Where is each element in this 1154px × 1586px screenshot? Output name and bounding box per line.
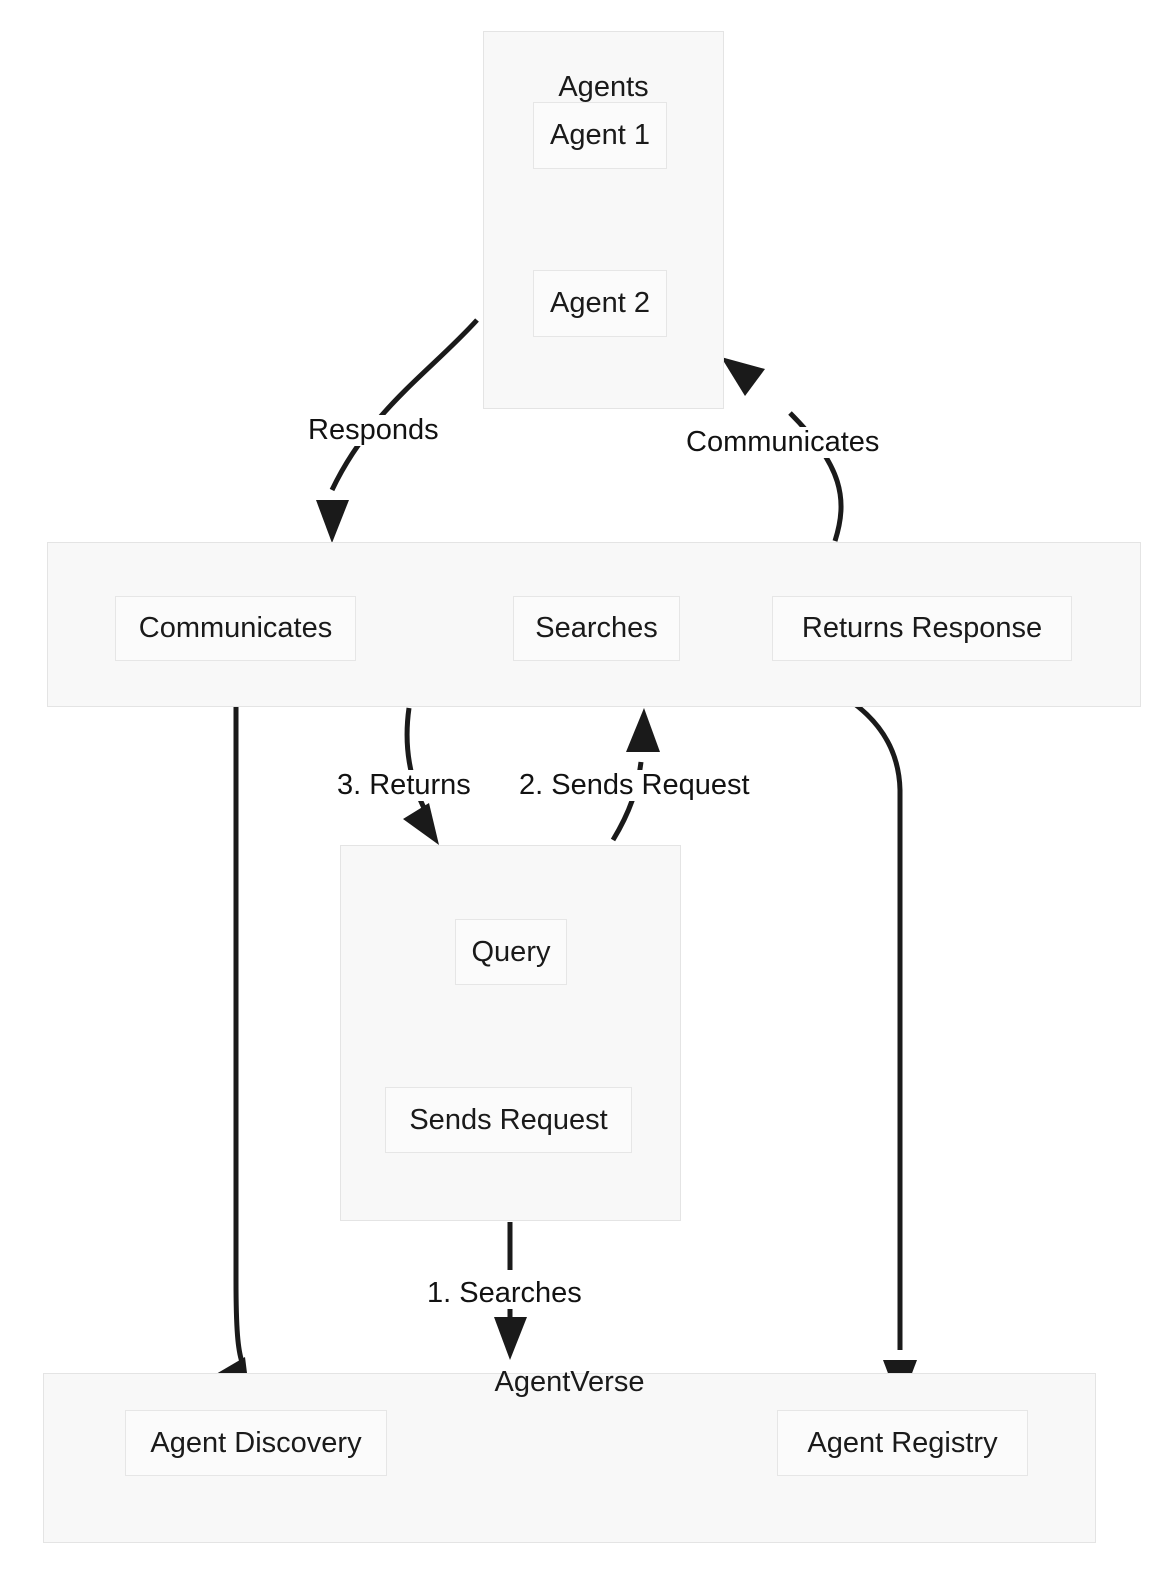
node-query[interactable]: Query — [455, 919, 567, 985]
node-prime-searches[interactable]: Searches — [513, 596, 680, 661]
cluster-client-application[interactable]: Client Application — [340, 845, 681, 1221]
node-agent-1[interactable]: Agent 1 — [533, 102, 667, 169]
node-sends-request[interactable]: Sends Request — [385, 1087, 632, 1153]
diagram-canvas: Agents Agent 1 Agent 2 Prime Agent Commu… — [0, 0, 1154, 1586]
edge-label-communicates: Communicates — [683, 427, 883, 458]
cluster-agentverse-title: AgentVerse — [494, 1366, 645, 1398]
edge-label-searches: 1. Searches — [424, 1278, 585, 1309]
node-agent-discovery[interactable]: Agent Discovery — [125, 1410, 387, 1476]
edge-label-responds: Responds — [305, 415, 442, 446]
cluster-agents-title: Agents — [558, 71, 649, 103]
edge-label-sends-request: 2. Sends Request — [516, 770, 753, 801]
node-agent-2[interactable]: Agent 2 — [533, 270, 667, 337]
edge-searches-registry — [681, 647, 917, 1405]
cluster-agents[interactable]: Agents — [483, 31, 724, 409]
edge-communicates-discovery — [216, 662, 251, 1405]
node-agent-registry[interactable]: Agent Registry — [777, 1410, 1028, 1476]
node-prime-communicates[interactable]: Communicates — [115, 596, 356, 661]
node-prime-returns-response[interactable]: Returns Response — [772, 596, 1072, 661]
edge-label-returns: 3. Returns — [334, 770, 474, 801]
